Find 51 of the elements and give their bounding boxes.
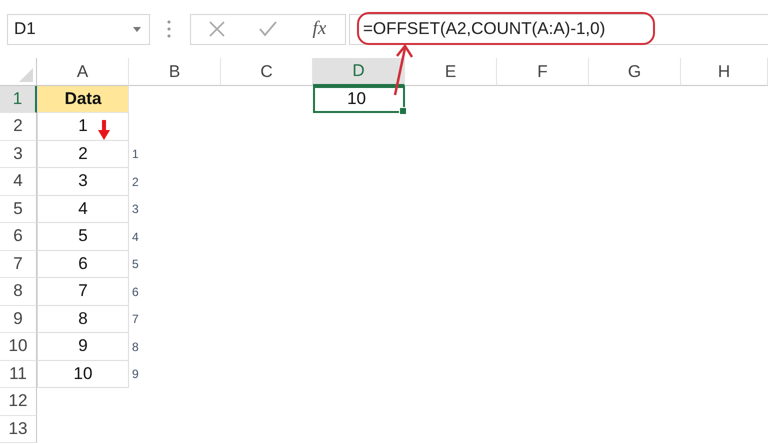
- index-number: 6: [131, 284, 140, 301]
- index-number: 8: [131, 338, 140, 356]
- triangle-icon: [19, 68, 33, 82]
- table-cell[interactable]: 5: [37, 223, 129, 250]
- row-header[interactable]: 10: [0, 333, 37, 360]
- table-cell[interactable]: 10: [313, 86, 405, 113]
- row-header[interactable]: 9: [0, 306, 37, 333]
- column-header[interactable]: D: [313, 58, 405, 86]
- index-number: 9: [131, 366, 140, 384]
- column-header[interactable]: G: [589, 58, 681, 86]
- row-header[interactable]: 4: [0, 168, 37, 196]
- index-number: 3: [131, 201, 140, 218]
- column-header[interactable]: H: [681, 58, 768, 86]
- down-arrow-icon: [98, 120, 110, 140]
- column-header[interactable]: E: [405, 58, 497, 86]
- table-cell[interactable]: 2: [37, 140, 129, 168]
- table-cell[interactable]: 3: [37, 168, 129, 196]
- drag-handle-icon[interactable]: [167, 20, 171, 38]
- table-cell[interactable]: 8: [37, 306, 129, 333]
- row-header[interactable]: 7: [0, 250, 37, 278]
- insert-function-button[interactable]: fx: [310, 18, 328, 40]
- row-header[interactable]: 6: [0, 223, 37, 250]
- formula-text: =OFFSET(A2,COUNT(A:A)-1,0): [363, 19, 606, 39]
- index-number: 7: [131, 311, 140, 328]
- column-header[interactable]: B: [129, 58, 221, 86]
- header-cell[interactable]: Data: [37, 86, 129, 113]
- table-cell[interactable]: 9: [37, 333, 129, 360]
- row-header[interactable]: 11: [0, 360, 37, 388]
- table-cell[interactable]: 4: [37, 196, 129, 223]
- row-header[interactable]: 13: [0, 416, 37, 443]
- index-number: 1: [131, 146, 140, 164]
- index-number: 5: [131, 256, 140, 274]
- row-header[interactable]: 1: [0, 86, 37, 113]
- table-cell[interactable]: 6: [37, 250, 129, 278]
- annotation-arrow: [391, 44, 415, 96]
- row-header[interactable]: 12: [0, 388, 37, 416]
- table-cell[interactable]: 10: [37, 360, 129, 388]
- cell-reference: D1: [14, 19, 36, 39]
- row-header[interactable]: 3: [0, 140, 37, 168]
- name-box[interactable]: D1: [7, 14, 150, 44]
- row-header[interactable]: 5: [0, 196, 37, 223]
- formula-field[interactable]: =OFFSET(A2,COUNT(A:A)-1,0): [349, 14, 768, 44]
- index-number: 4: [131, 228, 140, 246]
- cancel-icon[interactable]: [208, 20, 226, 38]
- row-header[interactable]: 8: [0, 278, 37, 306]
- table-cell[interactable]: 7: [37, 278, 129, 306]
- column-header[interactable]: F: [497, 58, 589, 86]
- index-number: 2: [131, 174, 140, 191]
- caret-icon[interactable]: [133, 26, 141, 32]
- checkmark-icon[interactable]: [259, 20, 278, 38]
- row-header[interactable]: 2: [0, 113, 37, 140]
